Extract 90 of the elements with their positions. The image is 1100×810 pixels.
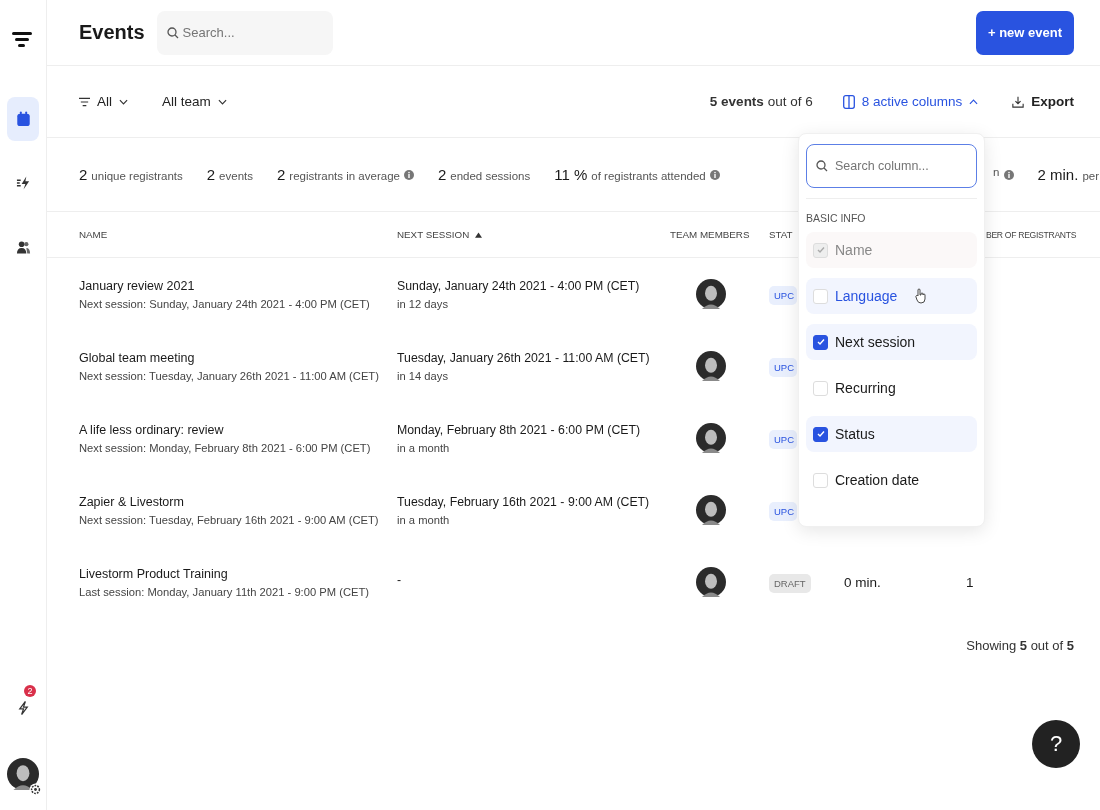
event-count: 5 events out of 6 xyxy=(709,94,813,109)
event-session: Next session: Tuesday, February 16th 2021 - 9:00 AM (CET) xyxy=(79,513,380,526)
filter-dropdown[interactable]: All team xyxy=(162,94,227,109)
section-label: BASIC INFO xyxy=(806,212,867,224)
stat-value: 2 xyxy=(79,166,88,183)
stat-label: of registrants attended xyxy=(591,170,706,182)
people-icon xyxy=(15,239,31,255)
column-option[interactable]: Status xyxy=(806,416,977,452)
stat-label: per xyxy=(1082,170,1099,182)
hand-cursor-icon xyxy=(914,288,927,304)
event-session: Next session: Monday, February 8th 2021 - 6:00 PM (CET) xyxy=(79,441,372,454)
status-badge: UPC xyxy=(769,430,798,449)
columns-button[interactable]: 8 active columns xyxy=(842,94,979,109)
column-option[interactable]: Next session xyxy=(806,324,977,360)
event-name[interactable]: Global team meeting xyxy=(79,350,397,365)
notification-badge: 2 xyxy=(24,685,36,697)
event-name[interactable]: January review 2021 xyxy=(79,278,397,293)
next-session: - xyxy=(397,572,403,587)
column-header[interactable]: NEXT SESSION xyxy=(397,229,483,240)
event-name[interactable]: Livestorm Product Training xyxy=(79,566,397,581)
search-field[interactable]: Search... xyxy=(156,10,333,55)
next-session: Sunday, January 24th 2021 - 4:00 PM (CET) xyxy=(397,278,641,293)
search-icon xyxy=(166,26,179,39)
table-cell: 0 min. xyxy=(844,574,881,590)
help-button[interactable]: ? xyxy=(1032,720,1080,768)
stat-label: ended sessions xyxy=(450,170,531,182)
stat-label: events xyxy=(219,170,253,182)
relative-time: in a month xyxy=(397,441,451,454)
status-badge: UPC xyxy=(769,358,798,377)
column-header[interactable]: TEAM MEMBERS xyxy=(670,229,750,240)
check-icon xyxy=(815,337,826,347)
next-session: Monday, February 8th 2021 - 6:00 PM (CET) xyxy=(397,422,642,437)
next-session: Tuesday, January 26th 2021 - 11:00 AM (CET) xyxy=(397,350,651,365)
checkbox[interactable] xyxy=(813,426,828,442)
nav-item[interactable] xyxy=(7,97,39,141)
column-option[interactable]: Creation date xyxy=(806,462,977,498)
option-label: Next session xyxy=(835,334,916,350)
status-badge: UPC xyxy=(769,286,798,305)
column-header[interactable]: STAT xyxy=(769,229,793,240)
column-search-field[interactable]: Search column... xyxy=(806,144,977,188)
calendar-icon xyxy=(15,111,31,127)
option-label: Name xyxy=(835,242,873,258)
relative-time: in a month xyxy=(397,513,451,526)
column-option[interactable]: Language xyxy=(806,278,977,314)
bolt-icon xyxy=(15,175,31,191)
results-count: Showing 5 out of 5 xyxy=(966,638,1074,653)
checkbox[interactable] xyxy=(813,334,828,350)
stat-value: 11 % xyxy=(554,166,588,183)
event-session: Last session: Monday, January 11th 2021 - 9:00 PM (CET) xyxy=(79,585,370,598)
new-event-button[interactable]: + new event xyxy=(975,10,1074,55)
event-name[interactable]: Zapier & Livestorm xyxy=(79,494,397,509)
column-option[interactable]: Recurring xyxy=(806,370,977,406)
status-badge: UPC xyxy=(769,502,798,521)
columns-icon xyxy=(842,94,855,109)
logo-icon[interactable] xyxy=(12,30,34,50)
export-button[interactable]: Export xyxy=(1012,94,1074,109)
download-icon xyxy=(1012,94,1025,109)
option-label: Language xyxy=(835,288,898,304)
check-icon xyxy=(815,429,826,439)
check-icon xyxy=(815,245,826,255)
filter-dropdown[interactable]: All xyxy=(79,94,128,109)
search-icon xyxy=(816,160,828,172)
relative-time: in 14 days xyxy=(397,369,449,382)
stat-value: 2 xyxy=(277,166,286,183)
event-session: Next session: Sunday, January 24th 2021 - 4:00 PM (CET) xyxy=(79,297,371,310)
filter-icon xyxy=(79,96,90,107)
caret-icon xyxy=(119,98,128,105)
status-badge: DRAFT xyxy=(769,574,811,593)
column-header[interactable]: NAME xyxy=(79,229,108,240)
stat-label: unique registrants xyxy=(91,170,183,182)
next-session: Tuesday, February 16th 2021 - 9:00 AM (CET) xyxy=(397,494,651,509)
column-header[interactable]: BER OF REGISTRANTS xyxy=(986,229,1077,240)
caret-icon xyxy=(217,98,227,105)
caret-icon xyxy=(969,98,979,105)
option-label: Status xyxy=(835,426,875,442)
stat-value: 2 xyxy=(437,166,447,183)
sort-icon xyxy=(475,231,483,238)
bolt-icon xyxy=(15,700,31,716)
stat-value: 2 min. xyxy=(1037,166,1079,183)
event-name[interactable]: A life less ordinary: review xyxy=(79,422,397,437)
table-cell: 1 xyxy=(966,574,974,590)
stat-label: n xyxy=(993,166,1000,178)
settings-icon[interactable] xyxy=(29,783,42,796)
stat-label: registrants in average xyxy=(289,170,400,182)
stat-value: 2 xyxy=(206,166,216,183)
option-label: Recurring xyxy=(835,380,896,396)
event-session: Next session: Tuesday, January 26th 2021 - 11:00 AM (CET) xyxy=(79,369,380,382)
page-title: Events xyxy=(79,21,145,44)
relative-time: in 12 days xyxy=(397,297,449,310)
option-label: Creation date xyxy=(835,472,920,488)
